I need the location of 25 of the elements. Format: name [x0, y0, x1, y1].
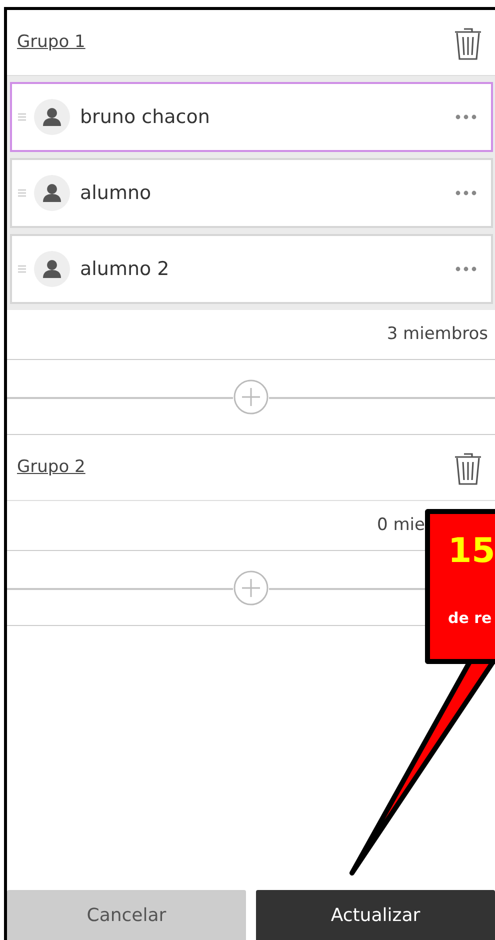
- member-count: 3 miembros: [386, 322, 488, 346]
- more-options-icon[interactable]: [455, 114, 477, 120]
- drag-handle-icon[interactable]: [18, 265, 26, 273]
- cancel-button[interactable]: Cancelar: [7, 890, 246, 940]
- drag-handle-icon[interactable]: [18, 113, 26, 121]
- add-member-button[interactable]: [233, 379, 269, 415]
- person-icon: [43, 259, 61, 279]
- member-name: alumno: [80, 180, 152, 206]
- more-options-icon[interactable]: [455, 266, 477, 272]
- member-card[interactable]: bruno chacon: [10, 82, 493, 152]
- callout-text: de re: [448, 608, 492, 628]
- more-options-icon[interactable]: [455, 190, 477, 196]
- drag-handle-icon[interactable]: [18, 189, 26, 197]
- member-count: 0 mie: [377, 514, 425, 537]
- member-card[interactable]: alumno 2: [10, 234, 493, 304]
- group-title-link[interactable]: Grupo 2: [17, 454, 86, 480]
- member-name: bruno chacon: [80, 104, 211, 130]
- member-card[interactable]: alumno: [10, 158, 493, 228]
- add-member-button[interactable]: [233, 570, 269, 606]
- callout-number: 15: [448, 534, 495, 568]
- person-icon: [43, 107, 61, 127]
- update-button[interactable]: Actualizar: [256, 890, 495, 940]
- person-icon: [43, 183, 61, 203]
- member-name: alumno 2: [80, 256, 170, 282]
- group-title-link[interactable]: Grupo 1: [17, 30, 86, 56]
